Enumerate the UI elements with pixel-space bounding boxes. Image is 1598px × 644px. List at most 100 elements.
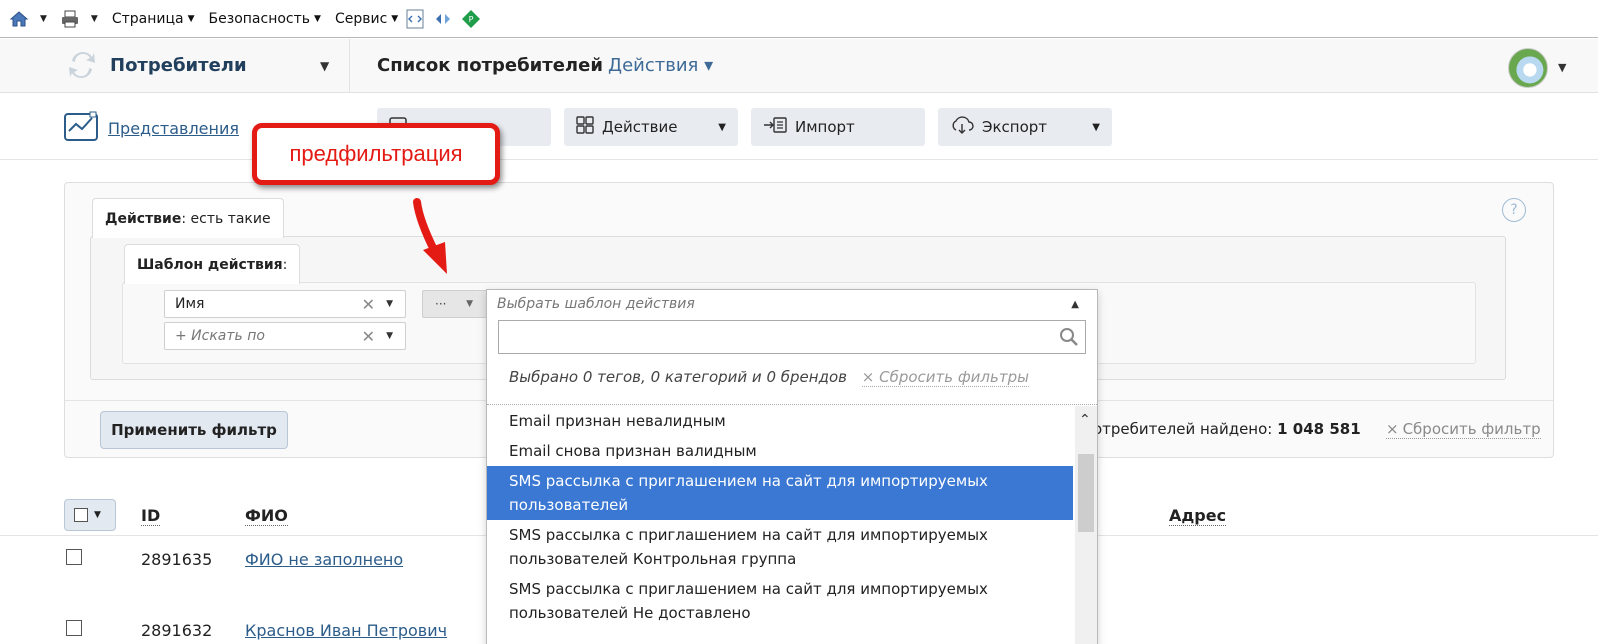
action-condition-tab-rest: : есть такие — [181, 210, 271, 227]
found-count-text: отребителей найдено: 1 048 581 — [1093, 420, 1361, 438]
safety-menu-label: Безопасность — [208, 10, 311, 27]
template-option[interactable]: Email снова признан валидным — [487, 436, 1073, 466]
row-name-link[interactable]: Краснов Иван Петрович — [245, 621, 447, 640]
help-icon[interactable]: ? — [1502, 198, 1526, 222]
chevron-down-icon: ▼ — [314, 13, 321, 24]
annotation-arrow-icon — [413, 198, 447, 274]
import-button-label: Импорт — [795, 118, 855, 136]
close-icon: × — [1386, 420, 1399, 438]
developer-tools-icon[interactable] — [404, 8, 426, 30]
action-button[interactable]: Действие ▼ — [564, 108, 738, 146]
reset-filter-label: Сбросить фильтр — [1402, 420, 1541, 438]
chevron-down-icon[interactable]: ▼ — [386, 299, 393, 309]
select-all-checkbox[interactable]: ▼ — [64, 499, 116, 531]
operator-select-value: ··· — [435, 297, 447, 311]
search-by-placeholder: + Искать по — [175, 328, 265, 344]
chevron-down-icon: ▼ — [1092, 121, 1100, 133]
chevron-down-icon: ▼ — [187, 13, 195, 24]
scroll-up-icon[interactable]: ⌃ — [1079, 412, 1091, 428]
column-header-name[interactable]: ФИО — [245, 506, 288, 526]
template-option-list: Email признан невалидным Email снова при… — [487, 406, 1073, 628]
chevron-down-icon: ▼ — [391, 13, 399, 24]
addon-icon[interactable]: P — [460, 8, 482, 30]
app-name[interactable]: Потребители — [110, 55, 247, 76]
views-label: Представления — [108, 118, 239, 138]
header-divider — [349, 39, 350, 93]
template-option-highlighted[interactable]: SMS рассылка с приглашением на сайт для … — [487, 466, 1073, 520]
export-button[interactable]: Экспорт ▼ — [938, 108, 1112, 146]
web-slice-icon[interactable] — [432, 8, 454, 30]
annotation-text: предфильтрация — [289, 141, 463, 166]
export-button-label: Экспорт — [982, 118, 1048, 136]
template-search-input[interactable] — [498, 320, 1086, 354]
views-link[interactable]: Представления — [64, 111, 239, 145]
app-header: Потребители ▼ Список потребителей Действ… — [0, 39, 1598, 93]
page-menu-label: Страница — [111, 10, 184, 27]
annotation-callout: предфильтрация — [252, 123, 500, 185]
actions-menu[interactable]: Действия ▾ — [608, 55, 713, 76]
found-count-value: 1 048 581 — [1277, 420, 1361, 438]
svg-text:P: P — [469, 15, 474, 24]
home-dropdown-icon[interactable]: ▼ — [40, 14, 47, 24]
tags-selection-info: Выбрано 0 тегов, 0 категорий и 0 брендов… — [509, 368, 1029, 387]
search-icon — [1059, 327, 1079, 351]
app-switcher-chevron-icon[interactable]: ▼ — [320, 59, 329, 73]
row-checkbox[interactable] — [66, 620, 82, 636]
reset-filter-link[interactable]: × Сбросить фильтр — [1386, 420, 1541, 439]
checkbox-icon — [74, 508, 88, 522]
field-select-name[interactable]: Имя ✕ ▼ — [164, 290, 406, 318]
row-name-link[interactable]: ФИО не заполнено — [245, 550, 403, 569]
search-by-select[interactable]: + Искать по ✕ ▼ — [164, 322, 406, 350]
chevron-up-icon: ▲ — [1071, 298, 1079, 310]
action-condition-tab-title: Действие — [105, 210, 182, 227]
print-dropdown-icon[interactable]: ▼ — [91, 14, 98, 24]
action-template-select[interactable]: Выбрать шаблон действия ▲ — [487, 290, 1097, 318]
chevron-down-icon[interactable]: ▼ — [386, 331, 393, 341]
template-condition-tab-colon: : — [282, 256, 288, 273]
field-select-name-value: Имя — [175, 296, 205, 312]
template-option[interactable]: SMS рассылка с приглашением на сайт для … — [487, 520, 1073, 574]
chevron-down-icon: ▼ — [94, 510, 101, 520]
template-option[interactable]: Email признан невалидным — [487, 406, 1073, 436]
found-count-label: отребителей найдено: — [1093, 420, 1278, 438]
column-header-address[interactable]: Адрес — [1169, 506, 1227, 526]
user-menu-chevron-icon[interactable]: ▼ — [1558, 61, 1566, 74]
list-toolbar: Представления Действие ▼ Импорт Экспорт … — [0, 94, 1598, 160]
row-checkbox[interactable] — [66, 549, 82, 565]
row-id: 2891635 — [141, 550, 213, 569]
action-template-placeholder: Выбрать шаблон действия — [497, 296, 695, 312]
service-menu-label: Сервис — [334, 10, 388, 27]
chevron-down-icon: ▼ — [466, 299, 473, 309]
scrollbar-thumb[interactable] — [1078, 454, 1094, 532]
dropdown-divider — [487, 404, 1097, 405]
dropdown-scrollbar[interactable]: ⌃ — [1075, 406, 1097, 644]
chevron-down-icon: ▼ — [718, 121, 726, 133]
template-condition-tab-title: Шаблон действия — [137, 256, 283, 273]
grid-icon — [576, 116, 594, 138]
apply-filter-button[interactable]: Применить фильтр — [100, 411, 288, 449]
browser-command-bar: ▼ ▼ Страница ▼ Безопасность ▼ Сервис ▼ P — [0, 0, 1598, 38]
chart-window-icon — [64, 111, 98, 145]
import-button[interactable]: Импорт — [751, 108, 925, 146]
column-header-id[interactable]: ID — [141, 506, 161, 526]
page-title: Список потребителей — [377, 55, 603, 76]
page-menu[interactable]: Страница ▼ — [112, 11, 195, 27]
clear-icon[interactable]: ✕ — [362, 295, 375, 314]
service-menu[interactable]: Сервис ▼ — [335, 11, 398, 27]
template-option[interactable]: SMS рассылка с приглашением на сайт для … — [487, 574, 1073, 628]
template-condition-tab[interactable]: Шаблон действия: — [124, 244, 301, 284]
action-condition-tab[interactable]: Действие: есть такие — [92, 198, 284, 238]
user-avatar[interactable] — [1508, 48, 1548, 88]
import-icon — [763, 116, 787, 138]
reset-filters-label: Сбросить фильтры — [879, 368, 1029, 386]
reset-filters-link[interactable]: × Сбросить фильтры — [861, 368, 1029, 387]
home-icon[interactable] — [8, 8, 30, 30]
sync-logo-icon — [64, 47, 100, 83]
print-icon[interactable] — [59, 8, 81, 30]
operator-select[interactable]: ··· ▼ — [422, 290, 488, 318]
tags-selection-text: Выбрано 0 тегов, 0 категорий и 0 брендов — [509, 368, 847, 386]
row-id: 2891632 — [141, 621, 213, 640]
safety-menu[interactable]: Безопасность ▼ — [209, 11, 321, 27]
cloud-download-icon — [950, 115, 974, 139]
clear-icon[interactable]: ✕ — [362, 327, 375, 346]
